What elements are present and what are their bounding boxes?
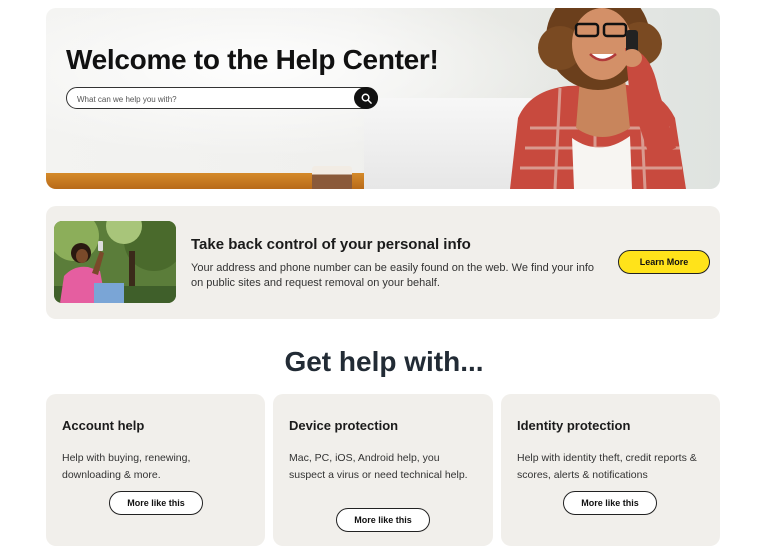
search-input[interactable] xyxy=(75,91,349,108)
card-description: Mac, PC, iOS, Android help, you suspect … xyxy=(289,452,468,481)
search-icon xyxy=(361,93,372,104)
device-protection-more-button[interactable]: More like this xyxy=(336,508,430,532)
privacy-promo-card: Take back control of your personal info … xyxy=(46,206,720,319)
account-help-more-button[interactable]: More like this xyxy=(109,491,203,515)
card-title: Device protection xyxy=(289,418,399,433)
section-title: Get help with... xyxy=(284,346,484,377)
coffee-cup-image xyxy=(312,166,352,189)
identity-protection-more-button[interactable]: More like this xyxy=(563,491,657,515)
card-description: Help with identity theft, credit reports… xyxy=(517,452,697,481)
promo-description: Your address and phone number can be eas… xyxy=(191,262,594,289)
card-device-protection: Device protection Mac, PC, iOS, Android … xyxy=(273,394,493,546)
promo-image xyxy=(54,221,176,303)
page-title: Welcome to the Help Center! xyxy=(66,44,439,75)
card-title: Account help xyxy=(62,418,145,433)
card-description: Help with buying, renewing, downloading … xyxy=(62,452,191,481)
hero-woman-on-phone-image xyxy=(510,8,686,189)
search-bar xyxy=(66,87,378,109)
card-account-help: Account help Help with buying, renewing,… xyxy=(46,394,265,546)
card-title: Identity protection xyxy=(517,418,631,433)
learn-more-button[interactable]: Learn More xyxy=(618,250,710,274)
woman-with-phone-image xyxy=(54,221,176,303)
card-identity-protection: Identity protection Help with identity t… xyxy=(501,394,720,546)
promo-title: Take back control of your personal info xyxy=(191,236,471,253)
search-button[interactable] xyxy=(354,87,378,109)
hero-banner: Welcome to the Help Center! xyxy=(46,8,720,189)
